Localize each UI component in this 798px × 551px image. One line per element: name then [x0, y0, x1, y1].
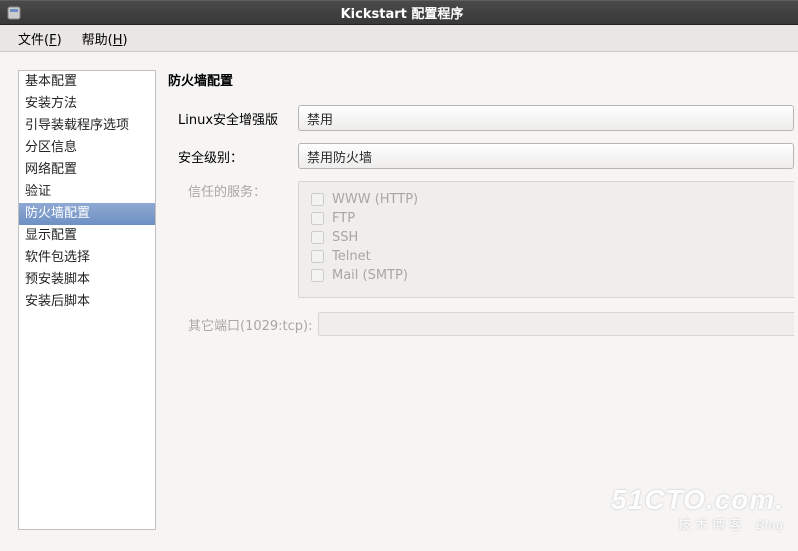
sidebar-item-network[interactable]: 网络配置 [19, 159, 155, 181]
service-ssh-label: SSH [332, 230, 358, 245]
menubar: 文件(F) 帮助(H) [0, 25, 798, 52]
other-ports-input [318, 312, 794, 336]
sidebar-item-packages[interactable]: 软件包选择 [19, 247, 155, 269]
window-titlebar: Kickstart 配置程序 [0, 0, 798, 25]
service-www-label: WWW (HTTP) [332, 192, 418, 207]
service-ftp: FTP [311, 209, 782, 228]
menu-help[interactable]: 帮助(H) [72, 25, 138, 52]
service-mail-checkbox [311, 269, 324, 282]
service-telnet-label: Telnet [332, 249, 371, 264]
sidebar-item-auth[interactable]: 验证 [19, 181, 155, 203]
sidebar-item-display[interactable]: 显示配置 [19, 225, 155, 247]
page-heading: 防火墙配置 [168, 70, 794, 89]
main-panel: 防火墙配置 Linux安全增强版 禁用 安全级别： 禁用防火墙 信任的服务： W… [168, 70, 798, 541]
service-telnet-checkbox [311, 250, 324, 263]
app-icon [6, 5, 22, 21]
sidebar-item-prescript[interactable]: 预安装脚本 [19, 269, 155, 291]
trusted-services-label: 信任的服务： [168, 181, 298, 200]
service-telnet: Telnet [311, 247, 782, 266]
sidebar-item-basic[interactable]: 基本配置 [19, 71, 155, 93]
selinux-label: Linux安全增强版 [168, 109, 298, 128]
sidebar-item-postscript[interactable]: 安装后脚本 [19, 291, 155, 313]
sidebar: 基本配置 安装方法 引导装载程序选项 分区信息 网络配置 验证 防火墙配置 显示… [18, 70, 156, 530]
services-box: WWW (HTTP) FTP SSH Telnet Mail (SMTP) [298, 181, 794, 298]
security-level-label: 安全级别： [168, 147, 298, 166]
service-ftp-label: FTP [332, 211, 355, 226]
sidebar-item-install[interactable]: 安装方法 [19, 93, 155, 115]
menu-file[interactable]: 文件(F) [8, 25, 72, 52]
service-mail: Mail (SMTP) [311, 266, 782, 285]
selinux-combo[interactable]: 禁用 [298, 105, 794, 131]
service-www: WWW (HTTP) [311, 190, 782, 209]
security-level-value: 禁用防火墙 [307, 147, 372, 166]
selinux-value: 禁用 [307, 109, 333, 128]
service-mail-label: Mail (SMTP) [332, 268, 408, 283]
service-www-checkbox [311, 193, 324, 206]
service-ssh-checkbox [311, 231, 324, 244]
sidebar-item-bootloader[interactable]: 引导装载程序选项 [19, 115, 155, 137]
sidebar-item-partition[interactable]: 分区信息 [19, 137, 155, 159]
security-level-combo[interactable]: 禁用防火墙 [298, 143, 794, 169]
service-ftp-checkbox [311, 212, 324, 225]
other-ports-label: 其它端口(1029:tcp): [168, 315, 318, 334]
sidebar-item-firewall[interactable]: 防火墙配置 [19, 203, 155, 225]
window-title: Kickstart 配置程序 [28, 3, 776, 22]
service-ssh: SSH [311, 228, 782, 247]
